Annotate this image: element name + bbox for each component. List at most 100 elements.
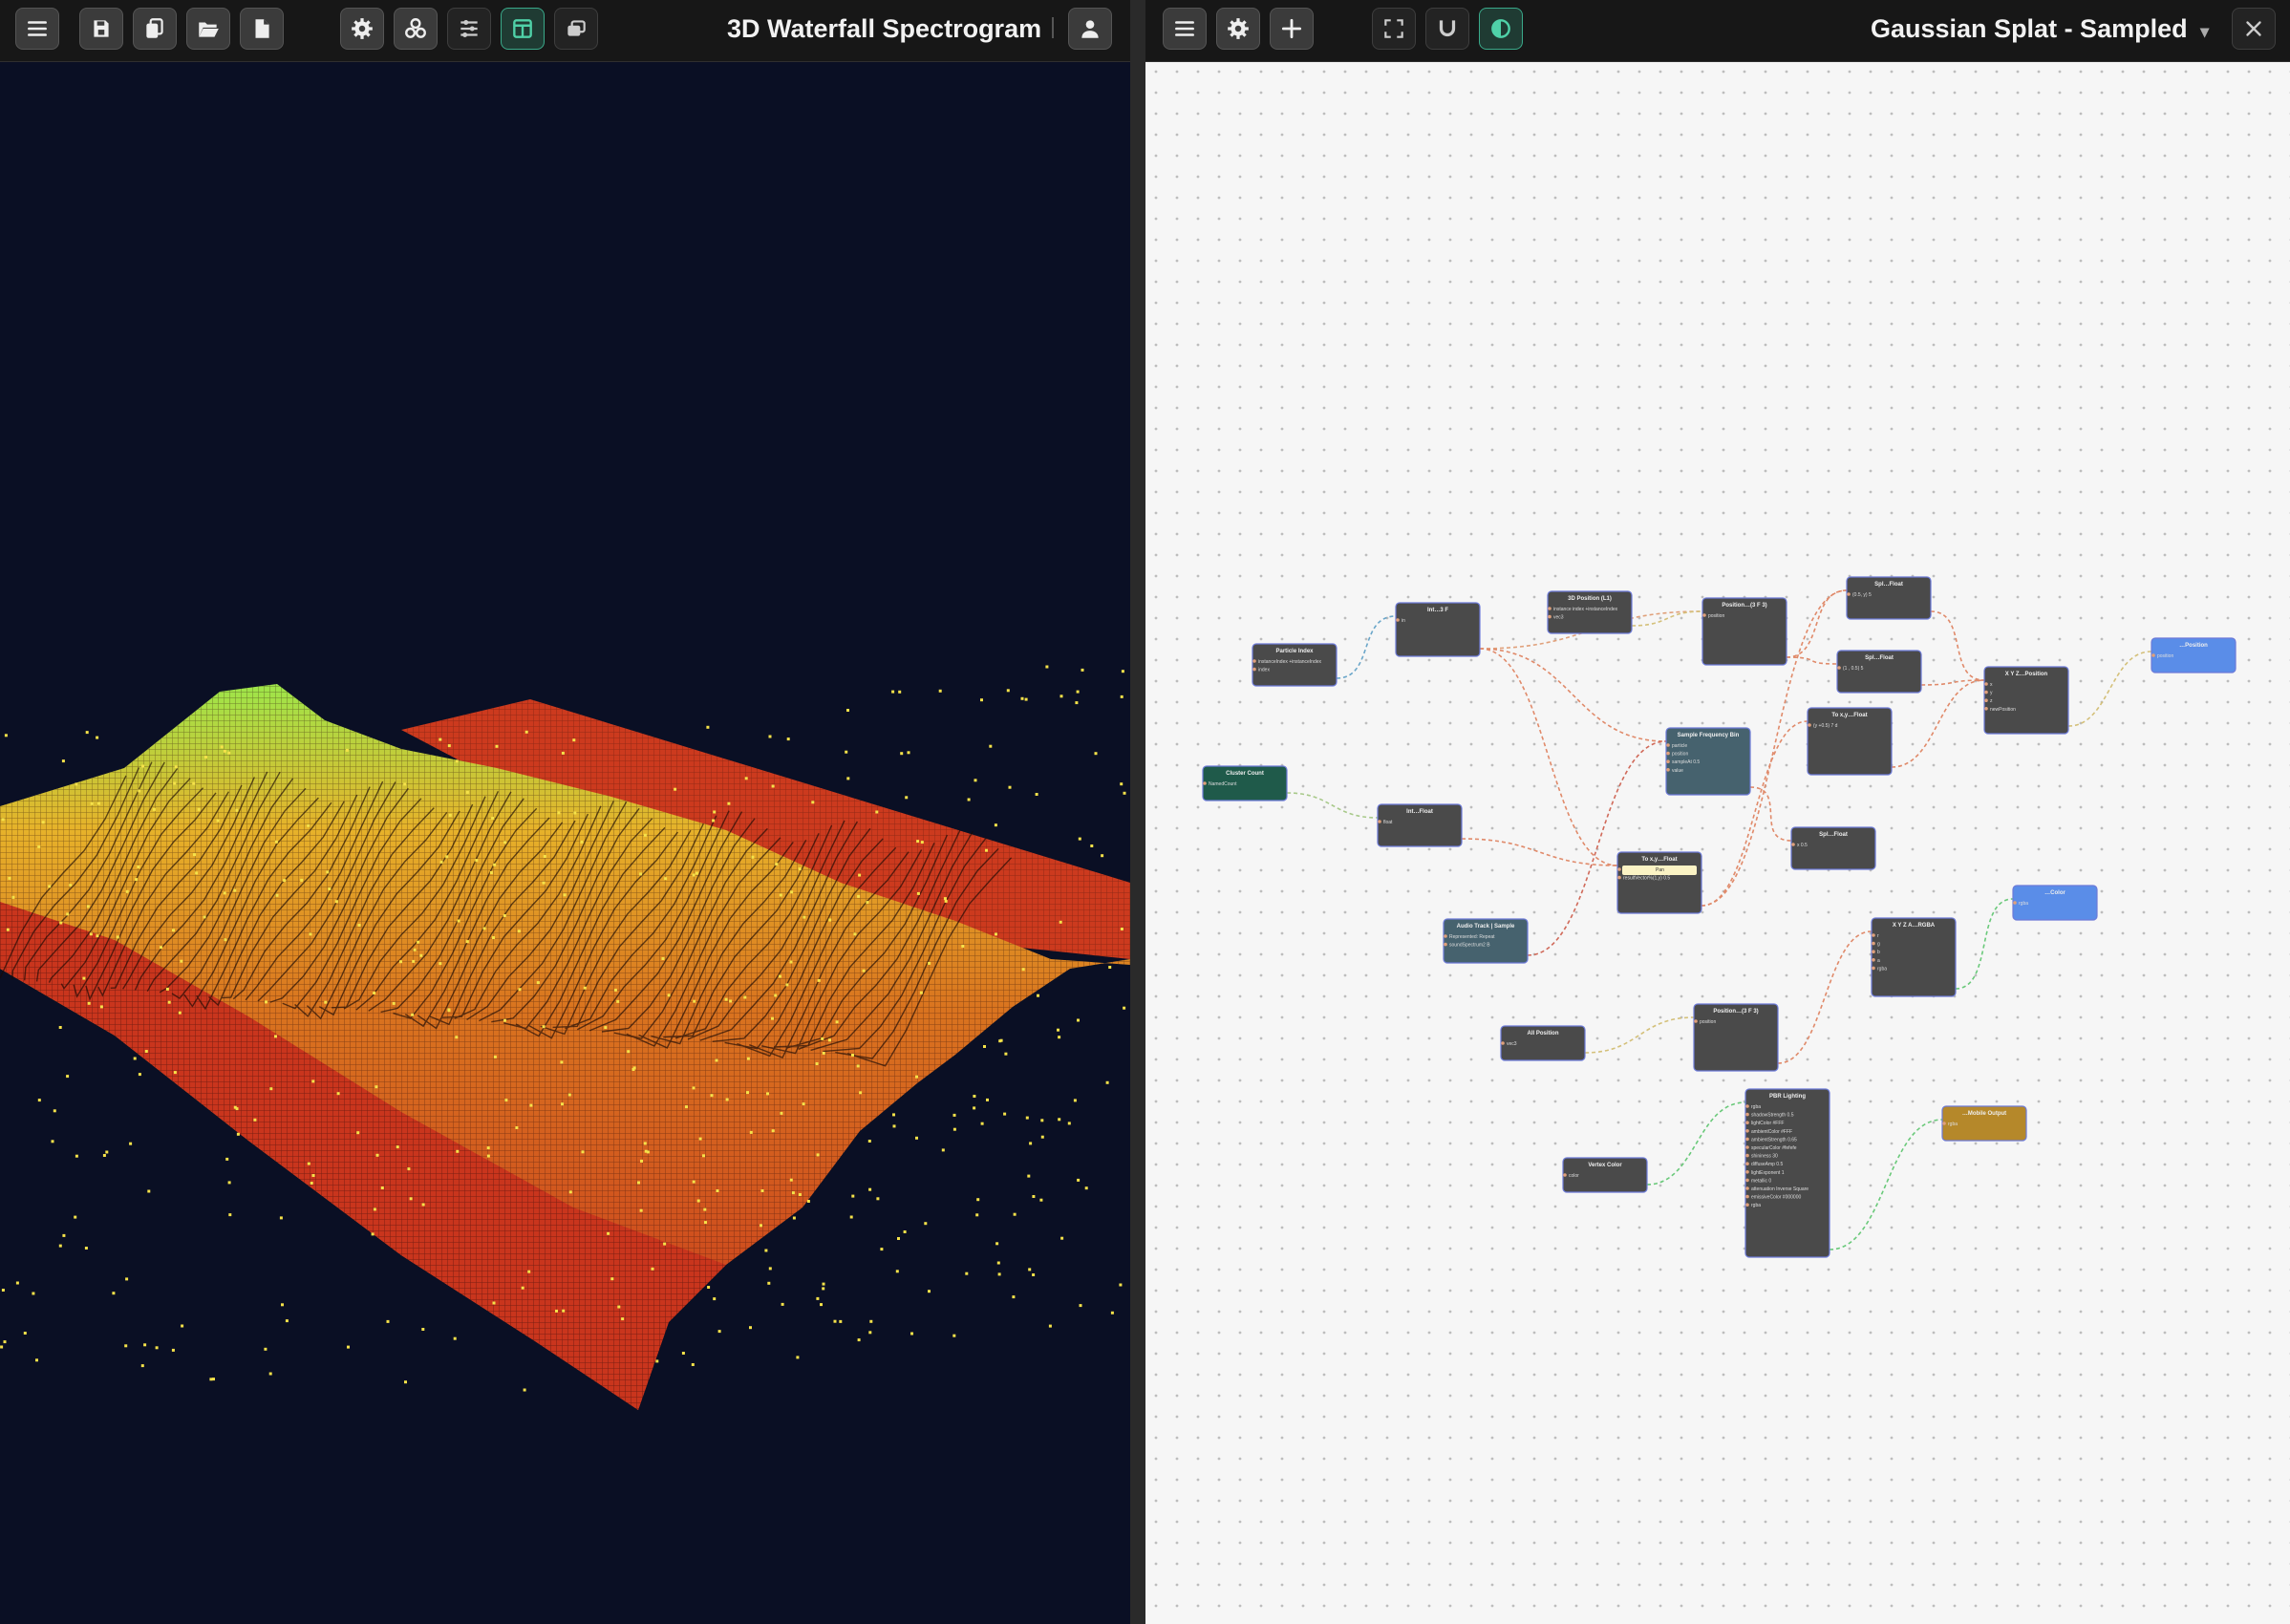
graph-node[interactable]: …Position position: [2151, 637, 2236, 673]
speck: [779, 974, 781, 978]
snap-button[interactable]: [1425, 8, 1469, 50]
theme-toggle-button[interactable]: [1479, 8, 1523, 50]
graph-node[interactable]: X Y Z…PositionxyznewPosition: [1983, 666, 2069, 735]
node-port[interactable]: [1666, 751, 1670, 756]
node-port[interactable]: [1872, 950, 1875, 953]
node-port[interactable]: [1203, 781, 1207, 785]
save-button[interactable]: [79, 8, 123, 50]
node-port[interactable]: [1548, 614, 1552, 619]
speck: [216, 819, 220, 823]
graph-node[interactable]: Sample Frequency Bin particle positionsamp…: [1665, 727, 1751, 796]
node-port[interactable]: [1745, 1162, 1749, 1165]
node-port[interactable]: [1808, 723, 1811, 727]
node-port-label: x 0.5: [1797, 843, 1808, 848]
graph-node[interactable]: 3D Position (L1) instance index +instance…: [1547, 590, 1633, 634]
node-port[interactable]: [1702, 613, 1706, 617]
node-port[interactable]: [1984, 698, 1988, 702]
graph-node[interactable]: Particle Index instanceIndex +instanceInd…: [1252, 643, 1338, 687]
graph-node[interactable]: To x,y…Float (y +0.5) 7 d: [1807, 707, 1893, 776]
node-port[interactable]: [1745, 1145, 1749, 1149]
node-port[interactable]: [1745, 1170, 1749, 1174]
layout-split-button[interactable]: [501, 8, 545, 50]
spectrogram-canvas[interactable]: [0, 61, 1130, 1624]
copy-button[interactable]: [133, 8, 177, 50]
pane-divider[interactable]: [1130, 0, 1145, 1624]
node-port[interactable]: [1942, 1122, 1946, 1125]
menu-button[interactable]: [15, 8, 59, 50]
graph-node[interactable]: Int…3 F in: [1395, 602, 1481, 657]
node-port[interactable]: [1252, 659, 1256, 663]
node-port[interactable]: [1694, 1019, 1698, 1023]
settings-button[interactable]: [340, 8, 384, 50]
graph-node[interactable]: Cluster Count NamedCount: [1202, 765, 1288, 801]
graph-node[interactable]: Audio Track | Sample Represented: Repeat s…: [1443, 918, 1529, 964]
node-port[interactable]: [1745, 1112, 1749, 1117]
node-port[interactable]: [1872, 941, 1875, 946]
speck: [493, 1055, 497, 1058]
node-port[interactable]: [1984, 690, 1988, 694]
node-port[interactable]: [1444, 934, 1447, 938]
speck: [663, 1242, 667, 1246]
node-port[interactable]: [1745, 1104, 1749, 1108]
graph-node[interactable]: Spl…Float(1 , 0.5) 5: [1836, 650, 1922, 694]
graph-node[interactable]: Spl…Float x 0.5: [1790, 826, 1876, 870]
node-body[interactable]: [1871, 917, 1957, 997]
sliders-button[interactable]: [447, 8, 491, 50]
speck: [345, 748, 349, 752]
node-port[interactable]: [1666, 743, 1670, 747]
settings-button[interactable]: [1216, 8, 1260, 50]
menu-button[interactable]: [1163, 8, 1207, 50]
graph-node[interactable]: Position…(3 F 3) position: [1701, 597, 1787, 666]
node-port[interactable]: [1745, 1129, 1749, 1133]
node-port[interactable]: [1745, 1137, 1749, 1142]
node-port[interactable]: [1617, 875, 1621, 880]
node-port[interactable]: [1984, 682, 1988, 686]
node-port[interactable]: [1847, 592, 1851, 596]
speck: [724, 997, 728, 1001]
fullscreen-button[interactable]: [1372, 8, 1416, 50]
graph-node[interactable]: Position…(3 F 3) position: [1693, 1003, 1779, 1072]
graph-node[interactable]: Int…Float float: [1377, 803, 1463, 847]
node-port[interactable]: [1617, 867, 1621, 871]
node-port[interactable]: [2013, 901, 2017, 905]
graph-node[interactable]: To x,y…Float Pan resultVector%(1,y) 0.5: [1616, 851, 1702, 914]
new-file-button[interactable]: [240, 8, 284, 50]
graph-node[interactable]: …Mobile Output rgba: [1941, 1105, 2027, 1142]
node-port[interactable]: [1837, 666, 1841, 670]
close-button[interactable]: [2232, 8, 2276, 50]
node-port[interactable]: [1666, 759, 1670, 763]
graph-node[interactable]: Spl…Float(0.5, y) 5: [1846, 576, 1932, 620]
node-port[interactable]: [1444, 942, 1447, 947]
graph-node[interactable]: All Position vec3: [1500, 1025, 1586, 1061]
open-button[interactable]: [186, 8, 230, 50]
node-port[interactable]: [1378, 820, 1381, 823]
node-port[interactable]: [1548, 607, 1552, 610]
node-port[interactable]: [1745, 1203, 1749, 1207]
graph-node[interactable]: PBR Lighting rgba shadowStrength 0.5 lightC…: [1744, 1088, 1830, 1258]
nodes-button[interactable]: [394, 8, 438, 50]
node-port[interactable]: [1872, 958, 1875, 962]
graph-node[interactable]: Vertex Color color: [1562, 1157, 1648, 1193]
node-port[interactable]: [1666, 768, 1670, 772]
graph-node[interactable]: X Y Z A…RGBArgbargba: [1871, 917, 1957, 997]
node-port[interactable]: [1872, 966, 1875, 971]
user-button[interactable]: [1068, 8, 1112, 50]
node-port[interactable]: [1501, 1041, 1505, 1045]
windows-button[interactable]: [554, 8, 598, 50]
node-port[interactable]: [1745, 1186, 1749, 1190]
add-node-button[interactable]: [1270, 8, 1314, 50]
right-window-title[interactable]: Gaussian Splat - Sampled ▾: [1871, 0, 2209, 57]
node-port[interactable]: [1745, 1121, 1749, 1124]
node-port[interactable]: [1745, 1178, 1749, 1183]
node-port[interactable]: [1984, 707, 1988, 711]
graph-node[interactable]: …Color rgba: [2012, 885, 2098, 921]
node-port[interactable]: [2151, 653, 2155, 657]
node-port[interactable]: [1745, 1153, 1749, 1158]
node-port[interactable]: [1791, 843, 1795, 846]
node-port[interactable]: [1872, 933, 1875, 937]
node-port[interactable]: [1563, 1173, 1567, 1177]
node-port[interactable]: [1745, 1194, 1749, 1199]
node-port[interactable]: [1396, 618, 1400, 622]
node-graph-canvas[interactable]: Particle Index instanceIndex +instanceInd…: [1145, 61, 2290, 1624]
node-port[interactable]: [1252, 667, 1256, 672]
